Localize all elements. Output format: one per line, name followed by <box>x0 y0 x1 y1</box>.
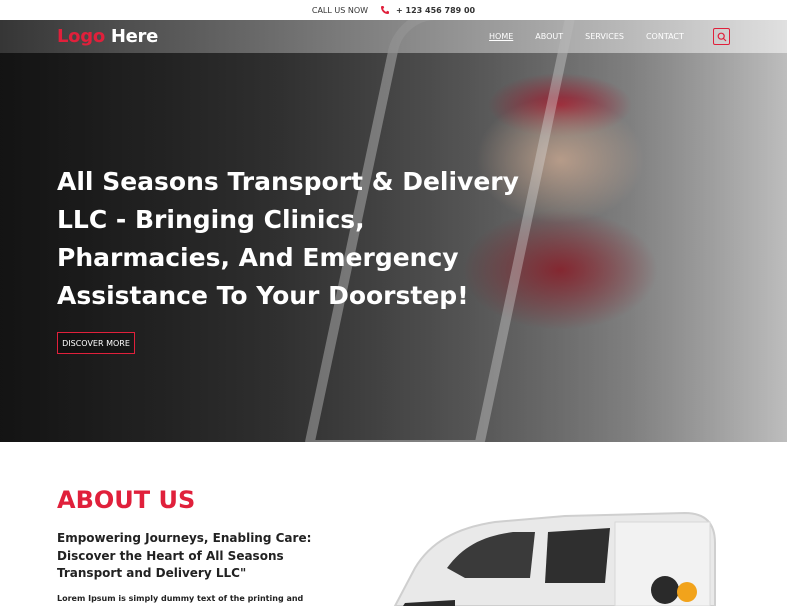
nav-menu: HOME ABOUT SERVICES CONTACT <box>489 20 684 53</box>
search-button[interactable] <box>713 28 730 45</box>
discover-more-button[interactable]: DISCOVER MORE <box>57 332 135 354</box>
nav-item-home[interactable]: HOME <box>489 32 513 41</box>
call-us-label: CALL US NOW <box>311 5 369 15</box>
nav-item-contact[interactable]: CONTACT <box>646 32 684 41</box>
logo-part-2: Here <box>110 26 159 47</box>
logo-part-1: Logo <box>57 26 105 47</box>
delivery-van-image <box>385 508 725 606</box>
main-navbar: Logo Here HOME ABOUT SERVICES CONTACT <box>0 20 787 53</box>
about-text: Lorem Ipsum is simply dummy text of the … <box>57 594 304 603</box>
site-logo[interactable]: Logo Here <box>57 26 158 47</box>
nav-item-about[interactable]: ABOUT <box>535 32 563 41</box>
phone-number-text: + 123 456 789 00 <box>396 5 476 15</box>
top-contact-bar: CALL US NOW + 123 456 789 00 <box>0 0 787 20</box>
search-icon <box>717 27 727 46</box>
phone-icon <box>380 5 390 15</box>
nav-item-services[interactable]: SERVICES <box>585 32 624 41</box>
hero-title: All Seasons Transport & Delivery LLC - B… <box>57 167 519 310</box>
about-subheading: Empowering Journeys, Enabling Care: Disc… <box>57 531 312 580</box>
about-heading: ABOUT US <box>57 486 196 514</box>
phone-number[interactable]: + 123 456 789 00 <box>380 5 475 15</box>
